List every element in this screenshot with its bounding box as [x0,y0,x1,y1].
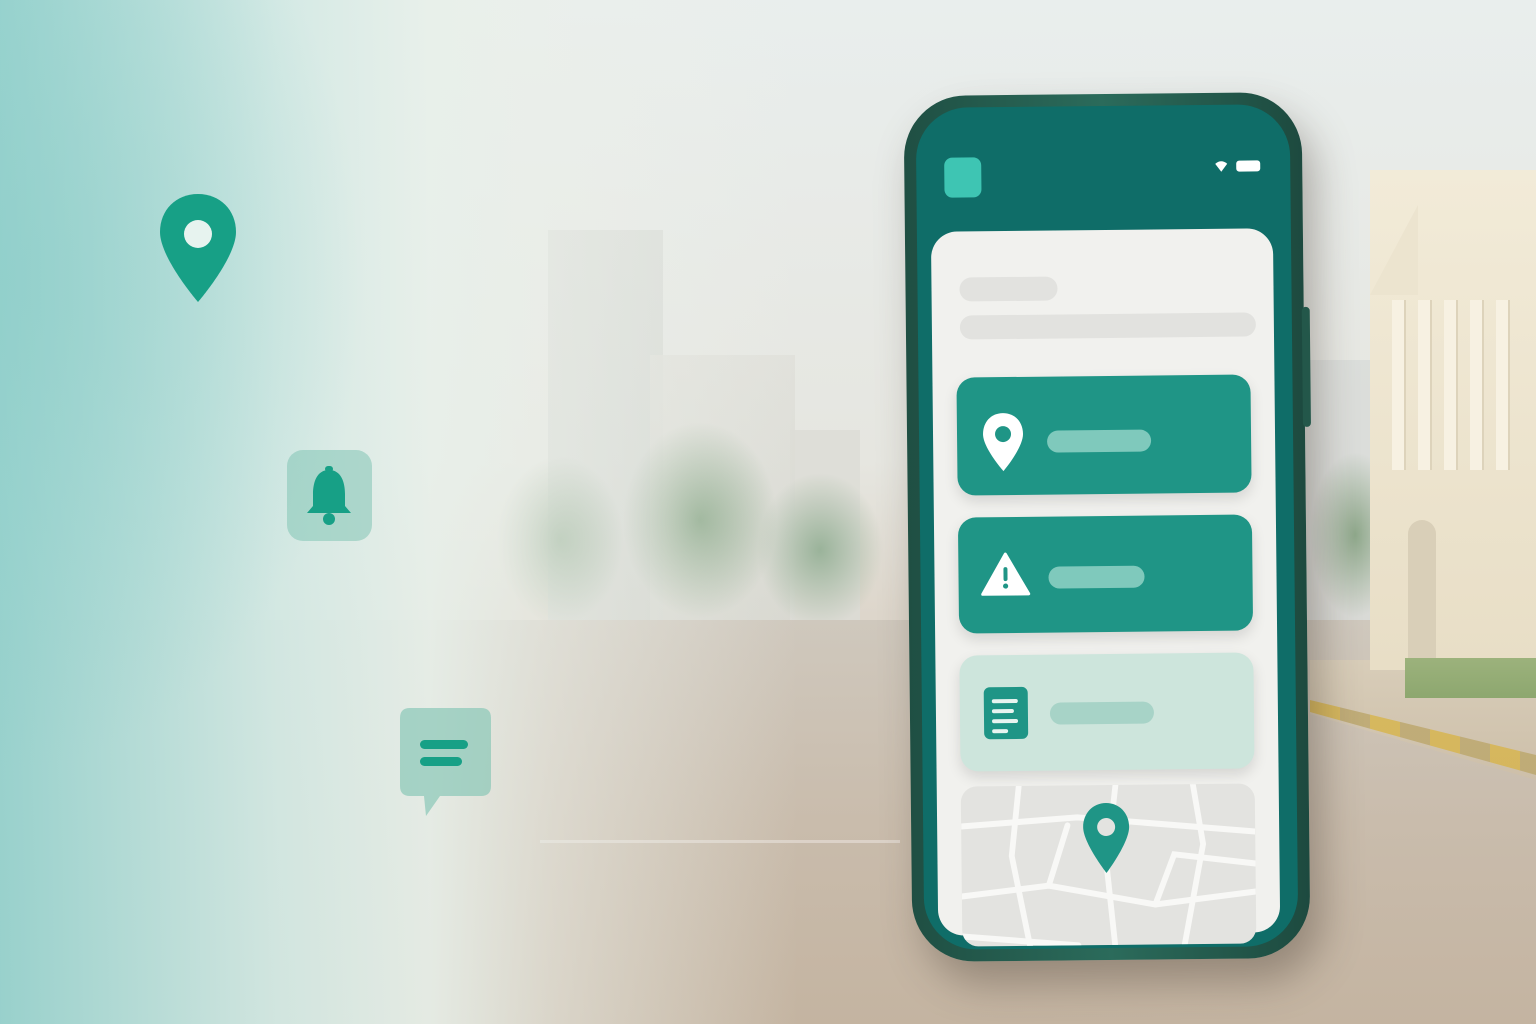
battery-icon [1236,159,1261,172]
document-icon [983,686,1029,740]
bell-icon [307,466,351,525]
content-sheet [930,228,1281,947]
location-card[interactable] [956,374,1252,496]
smartphone [903,91,1311,963]
status-bar [1214,158,1261,172]
alert-card-label-placeholder [1048,565,1145,589]
skeleton-title [959,276,1058,302]
report-card[interactable] [959,652,1255,772]
phone-screen [915,104,1299,950]
map-pin-icon[interactable] [1081,801,1132,876]
alert-card[interactable] [957,514,1254,634]
bell-icon-badge [287,450,372,541]
map-preview[interactable] [960,783,1257,947]
map-pin-icon [160,194,236,302]
wifi-icon [1215,161,1228,172]
warning-icon [981,552,1031,596]
report-card-label-placeholder [1049,701,1155,725]
chat-bubble-icon [400,708,491,816]
skeleton-subtitle [959,312,1257,340]
location-card-label-placeholder [1046,429,1152,453]
map-pin-icon [983,413,1024,472]
phone-side-button [1301,306,1311,427]
app-logo-icon[interactable] [944,157,982,198]
